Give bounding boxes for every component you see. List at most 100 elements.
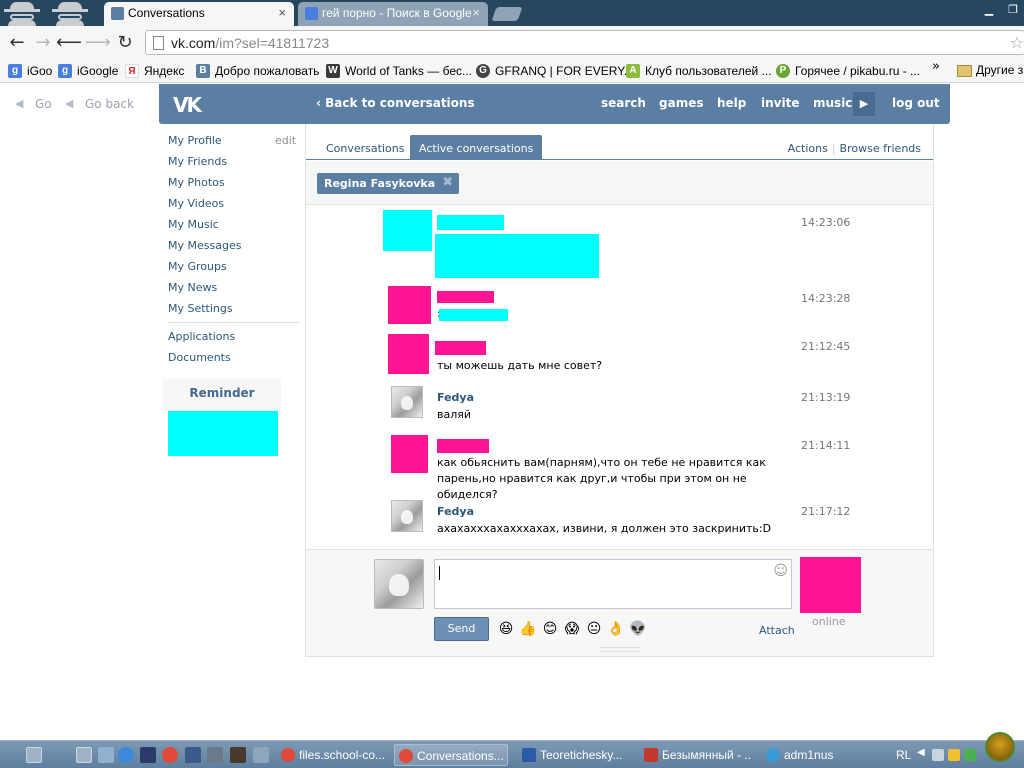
message-time: 21:14:11 bbox=[801, 439, 851, 452]
bookmark-item[interactable]: g iGoo bbox=[8, 63, 52, 79]
close-tab-icon[interactable]: × bbox=[472, 5, 480, 20]
incognito-icon bbox=[0, 0, 44, 26]
minimize-icon[interactable]: ▁ bbox=[978, 2, 1000, 18]
tray-expand-icon[interactable]: ◀ bbox=[917, 747, 927, 763]
bookmark-item[interactable]: g iGoogle bbox=[58, 63, 118, 79]
nav-search[interactable]: search bbox=[601, 96, 646, 110]
send-button[interactable]: Send bbox=[434, 617, 489, 641]
music-play-icon[interactable]: ▶ bbox=[853, 92, 875, 116]
chrome-icon bbox=[399, 749, 413, 763]
quick-launch-icon[interactable] bbox=[253, 747, 269, 763]
emoji-alien-icon[interactable]: 👽 bbox=[629, 620, 647, 638]
tab-active-conversations[interactable]: Active conversations bbox=[410, 135, 543, 160]
bookmark-item[interactable]: Я Яндекс bbox=[125, 63, 184, 79]
word-icon bbox=[522, 748, 536, 762]
emoji-neutral-icon[interactable]: 😐 bbox=[585, 620, 603, 638]
nav-help[interactable]: help bbox=[717, 96, 746, 110]
google-favicon-icon bbox=[305, 7, 318, 20]
taskbar-item[interactable]: Teoretichesky... bbox=[518, 744, 630, 766]
chrome-icon[interactable] bbox=[162, 747, 178, 763]
bookmark-item[interactable]: W World of Tanks — бес... bbox=[326, 63, 472, 79]
sender-name[interactable]: Fedya bbox=[437, 391, 474, 404]
forward-arrow-icon[interactable]: ⟶ bbox=[85, 32, 111, 54]
attach-link[interactable]: Attach bbox=[759, 624, 795, 637]
bookmark-star-icon[interactable]: ☆ bbox=[1010, 33, 1024, 52]
tray-icon[interactable] bbox=[932, 749, 944, 761]
check-icon[interactable] bbox=[964, 749, 976, 761]
taskbar-item[interactable]: Безымянный - ... bbox=[640, 744, 752, 766]
sidebar-item-groups[interactable]: My Groups bbox=[168, 260, 227, 273]
browse-friends-link[interactable]: Browse friends bbox=[840, 142, 921, 155]
incognito-icon bbox=[48, 0, 92, 26]
taskbar-item[interactable]: files.school-co... bbox=[277, 744, 389, 766]
restore-icon[interactable]: ❐ bbox=[1002, 2, 1024, 18]
go-link[interactable]: Go bbox=[35, 97, 52, 111]
bucket-icon[interactable] bbox=[985, 732, 1015, 762]
bookmark-item[interactable]: G GFRANQ | FOR EVERY... bbox=[476, 63, 634, 79]
sidebar-item-settings[interactable]: My Settings bbox=[168, 302, 233, 315]
remove-recipient-icon[interactable]: ✖ bbox=[442, 175, 453, 190]
nav-music[interactable]: music bbox=[813, 96, 852, 110]
forward-arrow-icon[interactable]: → bbox=[32, 32, 54, 54]
bookmark-item[interactable]: P Горячее / pikabu.ru - ... bbox=[776, 63, 920, 79]
show-desktop-icon[interactable] bbox=[76, 747, 92, 763]
emoji-thumbs-up-icon[interactable]: 👍 bbox=[519, 620, 537, 638]
message-input[interactable]: ☺ bbox=[434, 559, 792, 609]
language-indicator[interactable]: RL bbox=[896, 748, 911, 762]
smiley-icon[interactable]: ☺ bbox=[773, 563, 788, 579]
reload-icon[interactable]: ↻ bbox=[114, 32, 136, 54]
taskbar-item[interactable]: Conversations... bbox=[394, 744, 508, 766]
close-tab-icon[interactable]: × bbox=[278, 5, 286, 20]
taskbar-item[interactable]: adm1nus bbox=[762, 744, 874, 766]
nav-invite[interactable]: invite bbox=[761, 96, 799, 110]
browser-toolbar: ← → ⟵ ⟶ ↻ vk.com/im?sel=41811723 ☆ bbox=[0, 26, 1024, 59]
sidebar-item-friends[interactable]: My Friends bbox=[168, 155, 227, 168]
bookmarks-overflow-icon[interactable]: » bbox=[932, 59, 940, 74]
window-icon[interactable] bbox=[207, 747, 223, 763]
resize-handle[interactable] bbox=[600, 647, 640, 652]
avatar[interactable] bbox=[391, 386, 423, 418]
quick-launch-icon[interactable] bbox=[98, 747, 114, 763]
back-arrow-icon[interactable]: ⟵ bbox=[56, 32, 82, 54]
browser-tab-conversations[interactable]: Conversations × bbox=[104, 2, 294, 26]
sidebar-item-documents[interactable]: Documents bbox=[168, 351, 231, 364]
bookmark-item[interactable]: A Клуб пользователей ... bbox=[626, 63, 772, 79]
actions-link[interactable]: Actions bbox=[788, 142, 828, 155]
emoji-ok-hand-icon[interactable]: 👌 bbox=[607, 620, 625, 638]
my-avatar[interactable] bbox=[374, 559, 424, 609]
new-tab-button[interactable] bbox=[491, 7, 523, 21]
sidebar-item-profile[interactable]: My Profile bbox=[168, 134, 222, 147]
avatar[interactable] bbox=[391, 500, 423, 532]
go-back-link[interactable]: Go back bbox=[85, 97, 134, 111]
minecraft-icon[interactable] bbox=[230, 747, 246, 763]
edit-profile-link[interactable]: edit bbox=[275, 134, 296, 147]
ie-icon[interactable] bbox=[118, 747, 134, 763]
message-text: ахахахххахахххахах, извини, я должен это… bbox=[437, 522, 772, 535]
sidebar-item-applications[interactable]: Applications bbox=[168, 330, 235, 343]
browser-tab-google-search[interactable]: гей порно - Поиск в Google × bbox=[298, 2, 488, 26]
other-bookmarks[interactable]: Другие з bbox=[957, 63, 1023, 77]
sidebar-item-messages[interactable]: My Messages bbox=[168, 239, 241, 252]
address-bar[interactable]: vk.com/im?sel=41811723 ☆ bbox=[145, 30, 1024, 55]
vk-logo[interactable]: VK bbox=[173, 93, 209, 117]
tab-conversations[interactable]: Conversations bbox=[317, 135, 413, 160]
monitor-icon[interactable] bbox=[185, 747, 201, 763]
recipient-chip[interactable]: Regina Fasykovka ✖ bbox=[317, 173, 460, 194]
sidebar-item-news[interactable]: My News bbox=[168, 281, 217, 294]
back-to-conversations-link[interactable]: ‹ Back to conversations bbox=[316, 96, 475, 110]
bookmark-item[interactable]: B Добро пожаловать bbox=[196, 63, 319, 79]
save-icon[interactable] bbox=[140, 747, 156, 763]
message-composer: ☺ Send 😆 👍 😊 😱 😐 👌 👽 Attach online bbox=[306, 549, 933, 656]
sidebar-item-photos[interactable]: My Photos bbox=[168, 176, 225, 189]
nav-log-out[interactable]: log out bbox=[892, 96, 940, 110]
emoji-smile-icon[interactable]: 😊 bbox=[541, 620, 559, 638]
emoji-laugh-icon[interactable]: 😆 bbox=[497, 620, 515, 638]
nav-games[interactable]: games bbox=[659, 96, 703, 110]
back-arrow-icon[interactable]: ← bbox=[6, 32, 28, 54]
sidebar-item-music[interactable]: My Music bbox=[168, 218, 219, 231]
start-orb-icon[interactable] bbox=[26, 747, 42, 763]
sender-name[interactable]: Fedya bbox=[437, 505, 474, 518]
sidebar-item-videos[interactable]: My Videos bbox=[168, 197, 224, 210]
emoji-scream-icon[interactable]: 😱 bbox=[563, 620, 581, 638]
warning-icon[interactable] bbox=[948, 749, 960, 761]
